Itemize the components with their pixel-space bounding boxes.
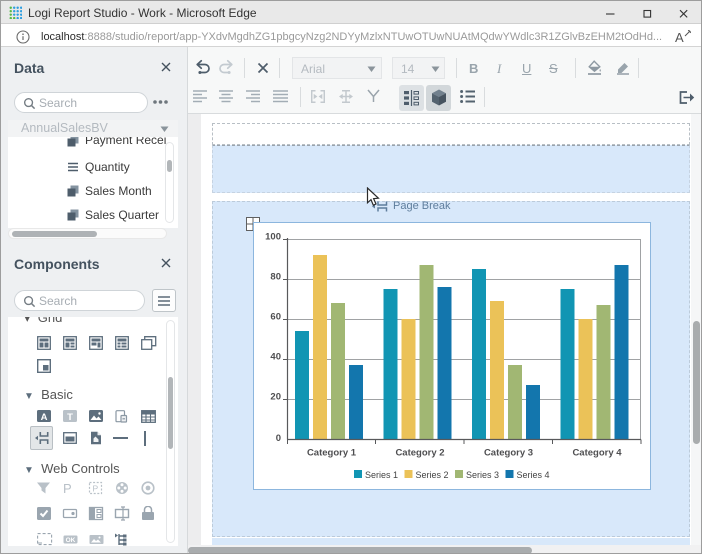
svg-text:Category 1: Category 1 (307, 448, 357, 459)
svg-text:60: 60 (270, 312, 281, 323)
svg-text:P: P (63, 481, 72, 495)
svg-text:Series 1: Series 1 (365, 470, 398, 480)
svg-text:40: 40 (270, 352, 281, 363)
svg-text:100: 100 (265, 232, 281, 243)
svg-text:Category 3: Category 3 (484, 448, 533, 459)
svg-text:OK: OK (66, 537, 76, 544)
svg-text:P: P (93, 484, 99, 494)
svg-text:80: 80 (270, 272, 281, 283)
svg-text:20: 20 (270, 392, 281, 403)
svg-text:Series 2: Series 2 (416, 470, 449, 480)
svg-text:T: T (67, 412, 73, 423)
svg-text:Series 4: Series 4 (517, 470, 550, 480)
svg-text:Series 3: Series 3 (466, 470, 499, 480)
svg-text:Category 2: Category 2 (395, 448, 444, 459)
svg-text:Category 4: Category 4 (572, 448, 622, 459)
svg-text:A: A (41, 412, 48, 423)
svg-text:0: 0 (276, 433, 281, 444)
